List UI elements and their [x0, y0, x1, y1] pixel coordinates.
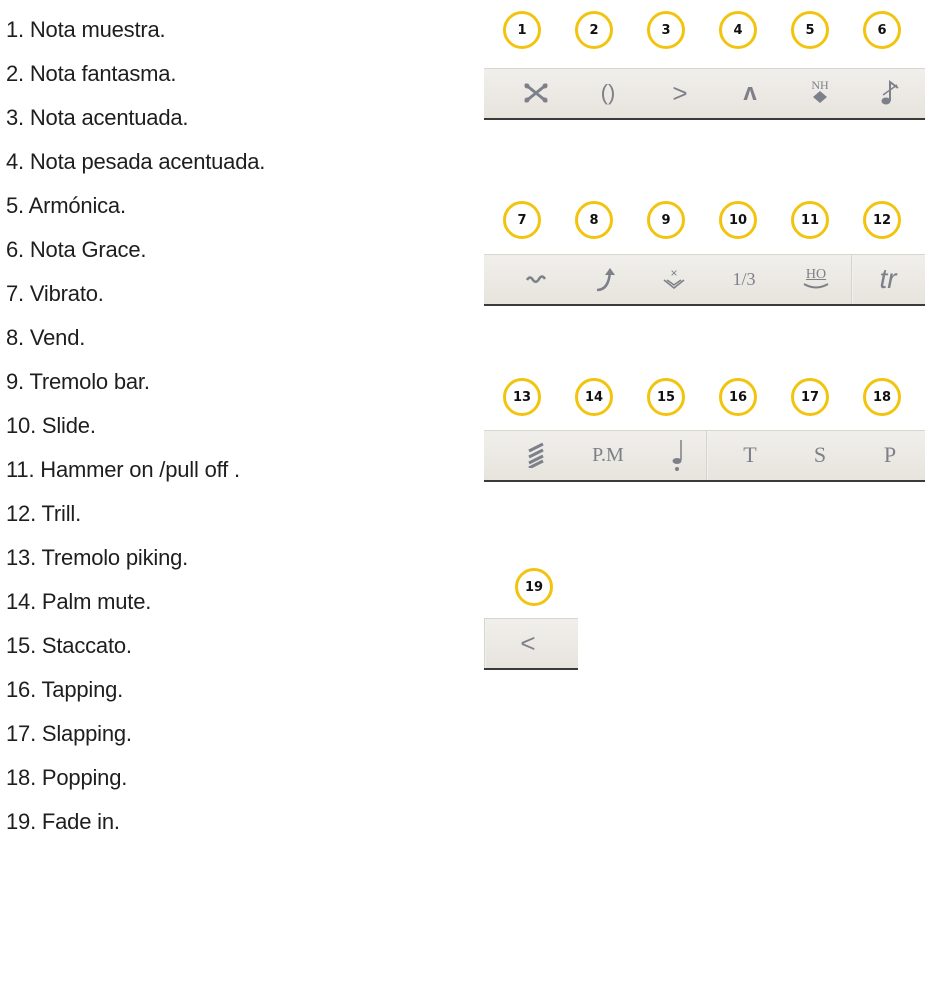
- legend-item: 2. Nota fantasma.: [6, 61, 177, 86]
- grace-note-icon: [881, 80, 899, 105]
- ghost-note-button[interactable]: (): [578, 69, 638, 117]
- bend-arrow-icon: [596, 268, 615, 292]
- legend-item: 9. Tremolo bar.: [6, 369, 150, 394]
- vibrato-button[interactable]: [506, 255, 566, 303]
- dead-note-icon: [524, 83, 548, 103]
- badge-3: 3: [647, 11, 685, 49]
- staccato-note-icon: [672, 440, 682, 471]
- diamond-icon: [813, 91, 827, 103]
- legend-item: 12. Trill.: [6, 501, 82, 526]
- slapping-button[interactable]: S: [790, 431, 850, 479]
- tremolo-bar-icon: [663, 279, 685, 289]
- legend-item: 19. Fade in.: [6, 809, 120, 834]
- staccato-button[interactable]: [648, 431, 708, 479]
- badge-16: 16: [719, 378, 757, 416]
- badge-10: 10: [719, 201, 757, 239]
- accent-note-button[interactable]: >: [650, 69, 710, 117]
- harmonic-label: NH: [811, 78, 829, 92]
- slur-icon: [803, 283, 829, 289]
- legend-list: 1. Nota muestra. 2. Nota fantasma. 3. No…: [0, 0, 440, 998]
- bend-button[interactable]: [578, 255, 638, 303]
- badge-9: 9: [647, 201, 685, 239]
- trill-button[interactable]: tr: [858, 255, 918, 303]
- dead-note-button[interactable]: [506, 69, 566, 117]
- grace-note-button[interactable]: [860, 69, 920, 117]
- badge-5: 5: [791, 11, 829, 49]
- hammer-on-label: HO: [805, 267, 827, 282]
- legend-item: 6. Nota Grace.: [6, 237, 147, 262]
- legend-item: 5. Armónica.: [6, 193, 126, 218]
- badge-11: 11: [791, 201, 829, 239]
- tremolo-bar-x-label: ×: [670, 266, 678, 280]
- badge-2: 2: [575, 11, 613, 49]
- legend-item: 18. Popping.: [6, 765, 128, 790]
- toolbar-separator: [484, 619, 486, 668]
- badge-13: 13: [503, 378, 541, 416]
- popping-button[interactable]: P: [860, 431, 920, 479]
- legend-item: 7. Vibrato.: [6, 281, 104, 306]
- heavy-accent-button[interactable]: ʌ: [720, 69, 780, 117]
- legend-item: 13. Tremolo piking.: [6, 545, 189, 570]
- toolbar-separator: [706, 431, 708, 480]
- legend-item: 15. Staccato.: [6, 633, 132, 658]
- badge-12: 12: [863, 201, 901, 239]
- badge-14: 14: [575, 378, 613, 416]
- badge-6: 6: [863, 11, 901, 49]
- fade-in-button[interactable]: <: [498, 619, 558, 667]
- vibrato-icon: [526, 275, 546, 283]
- legend-item: 4. Nota pesada acentuada.: [6, 149, 266, 174]
- badge-7: 7: [503, 201, 541, 239]
- toolbar-note-effects: () > ʌ NH: [484, 68, 925, 120]
- badge-15: 15: [647, 378, 685, 416]
- legend-item: 10. Slide.: [6, 413, 96, 438]
- palm-mute-button[interactable]: P.M: [578, 431, 638, 479]
- legend-item: 11. Hammer on /pull off .: [6, 457, 240, 482]
- tapping-button[interactable]: T: [720, 431, 780, 479]
- toolbar-techniques: × 1/3 HO tr: [484, 254, 925, 306]
- legend-item: 8. Vend.: [6, 325, 86, 350]
- badge-17: 17: [791, 378, 829, 416]
- tremolo-picking-button[interactable]: [506, 431, 566, 479]
- legend-item: 1. Nota muestra.: [6, 17, 166, 42]
- toolbar-picking: P.M T S P: [484, 430, 925, 482]
- tremolo-picking-icon: [528, 442, 544, 468]
- tremolo-bar-button[interactable]: ×: [644, 255, 704, 303]
- legend-item: 3. Nota acentuada.: [6, 105, 189, 130]
- legend-item: 17. Slapping.: [6, 721, 132, 746]
- badge-1: 1: [503, 11, 541, 49]
- legend-item: 16. Tapping.: [6, 677, 124, 702]
- badge-8: 8: [575, 201, 613, 239]
- badge-4: 4: [719, 11, 757, 49]
- legend-item: 14. Palm mute.: [6, 589, 152, 614]
- harmonic-button[interactable]: NH: [790, 69, 850, 117]
- toolbar-separator: [851, 255, 853, 304]
- toolbar-fade: <: [484, 618, 578, 670]
- slide-button[interactable]: 1/3: [714, 255, 774, 303]
- hammer-on-button[interactable]: HO: [786, 255, 846, 303]
- badge-19: 19: [515, 568, 553, 606]
- badge-18: 18: [863, 378, 901, 416]
